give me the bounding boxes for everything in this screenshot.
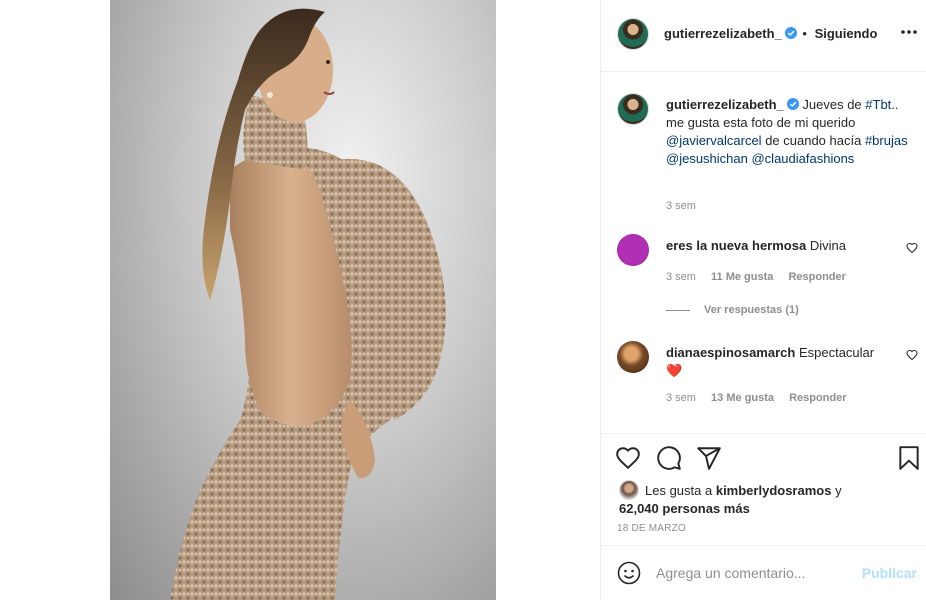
caption-part-1: Jueves de xyxy=(802,97,862,112)
author-name-row: gutierrezelizabeth_ • Siguiendo xyxy=(664,26,877,41)
comment-likes[interactable]: 11 Me gusta xyxy=(711,271,773,283)
photo-pane xyxy=(0,0,600,600)
comment-meta: 3 sem 13 Me gusta Responder xyxy=(666,392,859,404)
replies-line xyxy=(666,309,690,311)
likes-joiner: y xyxy=(835,483,842,498)
comment-time[interactable]: 3 sem xyxy=(666,392,696,404)
verified-icon xyxy=(784,27,797,39)
mention-jesushichan[interactable]: @jesushichan xyxy=(666,151,748,166)
comment-meta: 3 sem 11 Me gusta Responder xyxy=(666,271,858,283)
publish-button[interactable]: Publicar xyxy=(862,565,917,581)
view-replies-button[interactable]: Ver respuestas (1) xyxy=(666,304,799,316)
post-sidebar: gutierrezelizabeth_ • Siguiendo gutierre… xyxy=(600,0,926,600)
comment-icon[interactable] xyxy=(656,445,682,471)
liker-avatar[interactable] xyxy=(619,480,639,500)
heart-icon[interactable] xyxy=(906,349,918,361)
reply-button[interactable]: Responder xyxy=(789,392,846,404)
likes-summary: Les gusta a kimberlydosramos y 62,040 pe… xyxy=(619,480,909,518)
likes-prefix: Les gusta a xyxy=(645,483,713,498)
more-options-icon[interactable] xyxy=(899,22,919,42)
post-actions: Les gusta a kimberlydosramos y 62,040 pe… xyxy=(601,433,926,545)
comment-text: dianaespinosamarch Espectacular ❤️ xyxy=(666,344,886,380)
author-username[interactable]: gutierrezelizabeth_ xyxy=(664,26,782,41)
mention-javiervalcarcel[interactable]: @javiervalcarcel xyxy=(666,133,762,148)
liker-username[interactable]: kimberlydosramos xyxy=(716,483,832,498)
following-button[interactable]: Siguiendo xyxy=(815,26,878,41)
reply-button[interactable]: Responder xyxy=(788,271,845,283)
hashtag-tbt[interactable]: #Tbt xyxy=(865,97,891,112)
post-header: gutierrezelizabeth_ • Siguiendo xyxy=(601,0,926,72)
heart-icon[interactable] xyxy=(906,242,918,254)
photo-illustration xyxy=(170,8,446,600)
likes-count[interactable]: 62,040 personas más xyxy=(619,501,750,516)
heart-icon[interactable] xyxy=(615,445,641,471)
comments-list[interactable]: gutierrezelizabeth_ Jueves de #Tbt.. me … xyxy=(601,73,926,433)
commenter-avatar[interactable] xyxy=(617,234,649,266)
add-comment-bar: Publicar xyxy=(601,545,926,600)
share-icon[interactable] xyxy=(696,445,722,471)
post-date[interactable]: 18 DE MARZO xyxy=(617,523,686,534)
author-avatar[interactable] xyxy=(617,18,649,50)
hashtag-brujas[interactable]: #brujas xyxy=(865,133,908,148)
commenter-avatar[interactable] xyxy=(617,341,649,373)
comment-likes[interactable]: 13 Me gusta xyxy=(711,392,774,404)
post-photo[interactable] xyxy=(110,0,496,600)
bookmark-icon[interactable] xyxy=(896,445,922,471)
comment-emoji: ❤️ xyxy=(666,363,683,378)
commenter-username[interactable]: dianaespinosamarch xyxy=(666,345,795,360)
comment-body: Divina xyxy=(809,238,846,253)
emoji-icon[interactable] xyxy=(617,561,641,585)
view-replies-label: Ver respuestas (1) xyxy=(704,304,799,316)
comment-text: eres la nueva hermosa Divina xyxy=(666,237,886,255)
caption-avatar[interactable] xyxy=(617,93,649,125)
separator-dot: • xyxy=(802,26,807,41)
commenter-username[interactable]: eres la nueva hermosa xyxy=(666,238,806,253)
caption-time[interactable]: 3 sem xyxy=(666,200,696,212)
caption-text: gutierrezelizabeth_ Jueves de #Tbt.. me … xyxy=(666,96,916,168)
verified-icon xyxy=(786,98,799,110)
comment-body: Espectacular xyxy=(798,345,875,360)
mention-claudiafashions[interactable]: @claudiafashions xyxy=(751,151,854,166)
comment-input[interactable] xyxy=(656,563,856,583)
comment-time[interactable]: 3 sem xyxy=(666,271,696,283)
caption-username[interactable]: gutierrezelizabeth_ xyxy=(666,97,784,112)
caption-part-3: de cuando hacía xyxy=(765,133,862,148)
